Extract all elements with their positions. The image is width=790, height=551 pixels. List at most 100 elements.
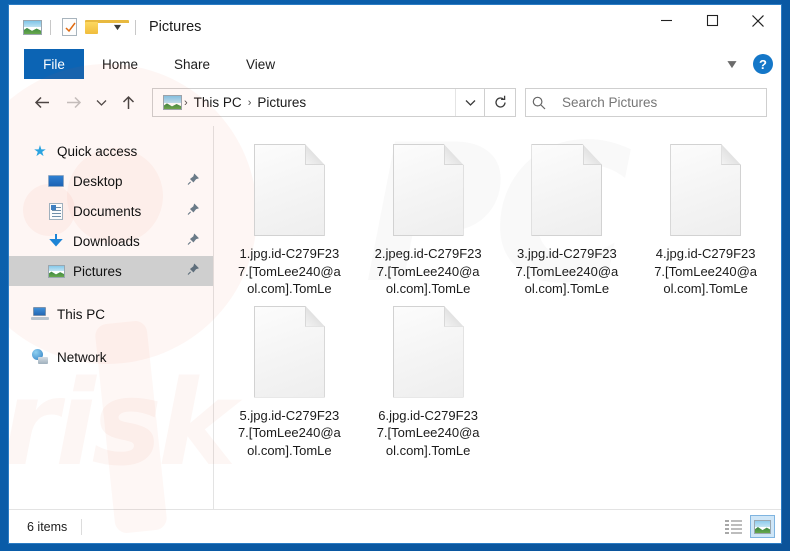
explorer-body: risk ★ Quick access Desktop Documents Do… [8,64,781,535]
star-icon: ★ [33,142,47,160]
customize-qat-chevron-icon[interactable]: ▼ [105,16,129,38]
network-icon [31,349,49,366]
file-name: 6.jpg.id-C279F237.[TomLee240@aol.com].To… [376,407,480,458]
refresh-icon [494,95,506,108]
back-arrow-icon [34,96,49,109]
downloads-icon [47,233,65,250]
minimize-button[interactable] [643,5,689,36]
refresh-button[interactable] [485,88,516,117]
maximize-icon [706,14,718,27]
details-view-button[interactable] [721,515,746,538]
sidebar-item-desktop[interactable]: Desktop [9,166,213,196]
blank-file-icon [253,305,325,398]
breadcrumb-pictures-icon[interactable] [161,92,183,114]
forward-arrow-icon [67,96,82,109]
file-item[interactable]: 3.jpg.id-C279F237.[TomLee240@aol.com].To… [498,144,637,298]
address-bar[interactable]: › This PC › Pictures [152,88,485,117]
file-item[interactable]: 4.jpg.id-C279F237.[TomLee240@aol.com].To… [636,144,775,298]
file-item[interactable]: 2.jpeg.id-C279F237.[TomLee240@aol.com].T… [359,144,498,298]
large-icons-view-button[interactable] [750,515,775,538]
file-list-pane[interactable]: PC 1.jpg.id-C279F237.[TomLee240@aol.com]… [214,126,781,509]
file-grid: 1.jpg.id-C279F237.[TomLee240@aol.com].To… [214,126,781,459]
status-divider [81,518,83,535]
tab-view[interactable]: View [228,49,293,79]
toolbar-divider [50,19,51,35]
sidebar-item-label: Pictures [73,263,122,279]
minimize-icon [660,19,672,22]
pin-icon[interactable] [187,233,200,249]
file-name: 3.jpg.id-C279F237.[TomLee240@aol.com].To… [515,246,619,296]
file-item[interactable]: 1.jpg.id-C279F237.[TomLee240@aol.com].To… [220,144,359,298]
breadcrumb: › This PC › Pictures [153,92,455,114]
ribbon-right-controls: ▼ ? [723,49,773,79]
pictures-icon [47,263,65,280]
breadcrumb-item-pictures[interactable]: Pictures [252,95,311,110]
view-mode-buttons [721,515,775,538]
this-pc-icon [31,306,49,323]
sidebar-item-label: This PC [57,306,106,322]
new-folder-icon[interactable] [81,16,129,38]
pictures-icon[interactable] [20,16,44,38]
up-button[interactable] [113,88,144,118]
search-input[interactable]: Search Pictures [562,95,657,110]
pin-icon[interactable] [187,263,200,279]
sidebar-item-quick-access[interactable]: ★ Quick access [9,136,213,166]
tab-file[interactable]: File [24,49,84,79]
up-arrow-icon [122,95,135,109]
watermark-text: risk [8,354,236,492]
tab-home[interactable]: Home [84,49,156,79]
forward-button[interactable] [58,88,89,118]
maximize-button[interactable] [689,5,735,36]
sidebar-item-label: Documents [73,203,142,219]
back-button[interactable] [27,88,58,118]
address-bar-row: › This PC › Pictures Search Pictures [9,79,781,126]
ribbon-tab-strip: File Home Share View ▼ ? [9,49,781,79]
window-title: Pictures [149,19,202,35]
sidebar-item-downloads[interactable]: Downloads [9,226,213,256]
checkmark-icon [64,22,76,33]
pin-icon[interactable] [187,173,200,189]
recent-locations-button[interactable] [89,88,113,118]
sidebar-item-label: Desktop [73,173,123,189]
sidebar-item-pictures[interactable]: Pictures [9,256,213,286]
sidebar-item-this-pc[interactable]: This PC [9,299,213,329]
window-controls [643,5,781,36]
title-bar: ▼ Pictures [9,5,781,49]
sidebar-item-label: Network [57,349,107,365]
blank-file-icon [531,144,603,236]
breadcrumb-item-this-pc[interactable]: This PC [189,95,247,110]
sidebar-item-label: Downloads [73,233,140,249]
blank-file-icon [670,144,742,236]
close-icon [752,14,764,27]
chevron-down-icon [96,99,106,106]
pin-icon[interactable] [187,203,200,219]
item-count-label: 6 items [27,519,68,534]
blank-file-icon [392,305,464,398]
file-item[interactable]: 6.jpg.id-C279F237.[TomLee240@aol.com].To… [359,305,498,460]
minimize-ribbon-chevron-icon[interactable]: ▼ [720,57,743,71]
help-button[interactable]: ? [753,54,773,74]
sidebar-item-label: Quick access [57,143,138,159]
file-name: 5.jpg.id-C279F237.[TomLee240@aol.com].To… [237,407,341,458]
address-dropdown-button[interactable] [455,89,484,116]
documents-icon [47,202,65,220]
file-name: 2.jpeg.id-C279F237.[TomLee240@aol.com].T… [374,246,482,296]
sidebar-item-documents[interactable]: Documents [9,196,213,226]
properties-icon[interactable] [57,16,81,38]
tab-share[interactable]: Share [156,49,228,79]
close-button[interactable] [735,5,781,36]
file-item[interactable]: 5.jpg.id-C279F237.[TomLee240@aol.com].To… [220,305,359,460]
search-icon [526,92,552,114]
details-view-icon [725,519,742,534]
status-bar: 6 items [9,509,781,543]
desktop-icon [47,173,65,190]
large-icons-view-icon [754,519,771,534]
quick-access-toolbar: ▼ Pictures [9,16,201,38]
chevron-down-icon [465,99,475,106]
blank-file-icon [253,144,325,236]
file-explorer-window: ▼ Pictures File Home Share View ▼ ? › Th… [8,4,782,544]
search-box[interactable]: Search Pictures [525,88,767,117]
sidebar-item-network[interactable]: Network [9,342,213,372]
